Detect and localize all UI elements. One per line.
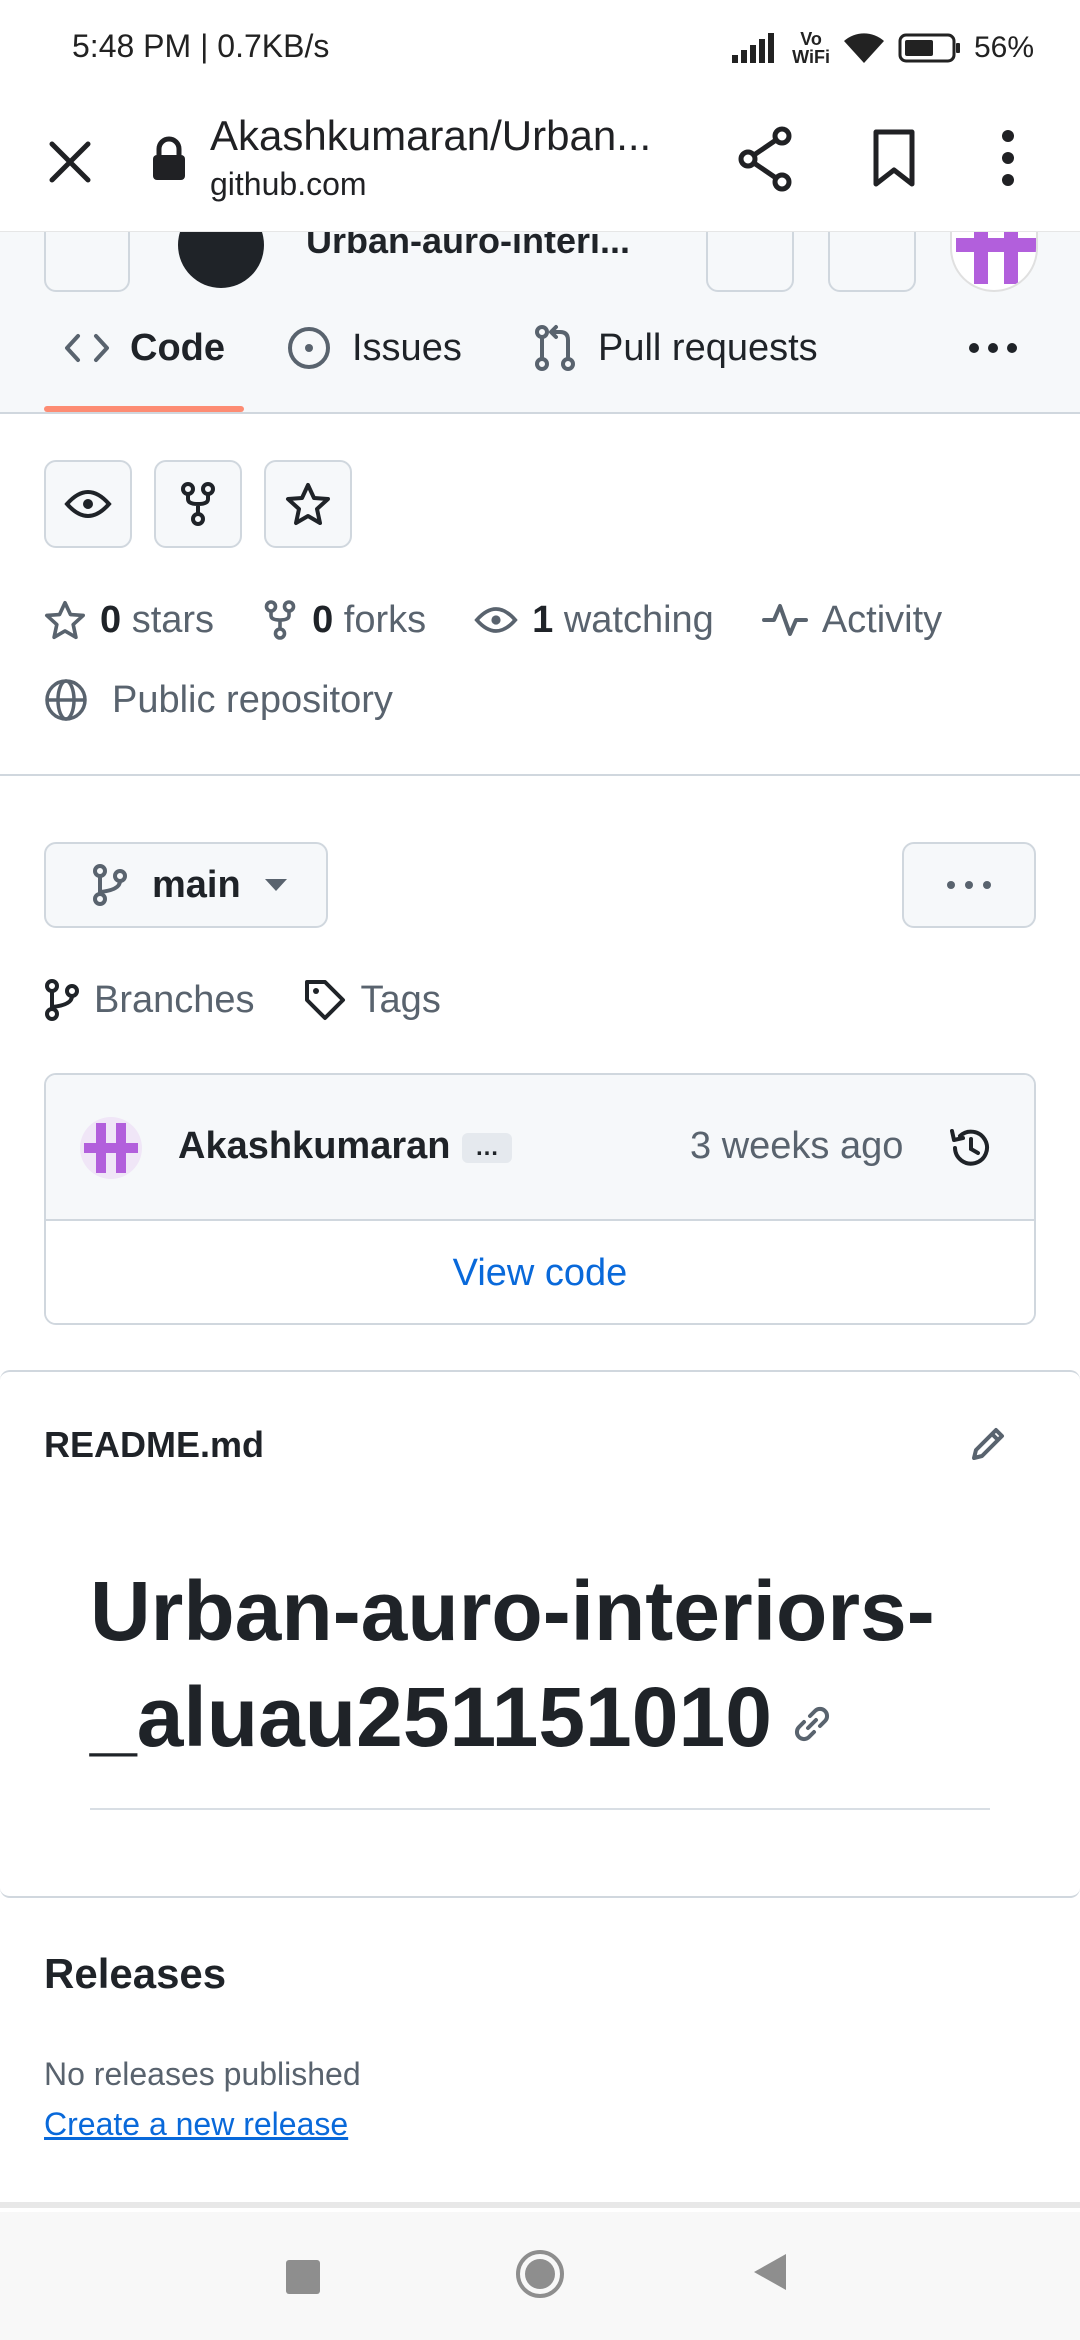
battery-percent: 56% [973,31,1034,64]
star-icon [286,483,330,525]
system-nav-bar [0,2212,1080,2340]
anchor-link-icon[interactable] [790,1702,834,1746]
signal-icon [732,33,780,63]
menu-button[interactable] [44,232,130,292]
watch-button[interactable] [44,460,132,548]
pulse-icon [761,604,808,636]
eye-icon [474,607,518,633]
page-title[interactable]: Akashkumaran/Urban... [210,112,680,160]
forks-link[interactable]: 0 forks [262,599,426,642]
home-button[interactable] [514,2248,566,2300]
fork-button[interactable] [154,460,242,548]
browser-menu-button[interactable] [998,128,1018,188]
commit-message-expand[interactable]: … [462,1133,512,1163]
status-icons: Vo WiFi 56% [732,24,1034,72]
commit-author-avatar[interactable] [80,1117,142,1179]
latest-commit-box: Akashkumaran … 3 weeks ago View code [44,1073,1036,1325]
branch-links: Branches Tags [44,970,489,1030]
readme-heading: Urban-auro-interiors-_aluau251151010 [90,1564,935,1764]
branch-selector[interactable]: main [44,842,328,928]
releases-heading: Releases [44,1950,227,1997]
tags-link[interactable]: Tags [303,978,441,1022]
star-icon [45,600,85,640]
back-button[interactable] [752,2252,788,2292]
edit-readme-button[interactable] [968,1422,1010,1464]
wifi-icon [842,31,886,65]
share-icon [738,126,792,192]
tab-code[interactable]: Code [64,284,225,412]
more-horizontal-icon [947,881,991,889]
tag-icon [304,980,345,1020]
more-horizontal-icon [969,343,1017,353]
repo-tabs: Code Issues Pull requests [0,284,1080,412]
heading-rule [90,1808,990,1810]
tabs-more-button[interactable] [968,284,1018,412]
readme-filename: README.md [44,1424,265,1465]
issue-icon [288,327,330,369]
home-circle-icon [516,2250,564,2298]
inbox-button[interactable] [828,232,916,292]
user-avatar[interactable] [950,232,1038,292]
status-time: 5:48 PM | 0.7KB/s [72,28,330,64]
browser-toolbar: Akashkumaran/Urban... github.com [0,96,1080,232]
fork-icon [264,600,296,640]
more-vertical-icon [1002,130,1014,186]
fork-icon [181,482,215,526]
github-logo-icon[interactable] [178,232,264,288]
search-button[interactable] [706,232,794,292]
code-icon [65,334,109,362]
repo-header: Urban-auro-interi... Code Issues Pull re… [0,232,1080,412]
bookmark-button[interactable] [872,128,916,188]
share-button[interactable] [736,126,796,192]
section-divider [0,774,1080,776]
commit-time: 3 weeks ago [690,1125,904,1167]
activity-link[interactable]: Activity [761,599,942,642]
bottom-divider [0,2202,1080,2208]
tab-issues[interactable]: Issues [286,284,462,412]
caret-down-icon [264,879,287,891]
vowifi-indicator: Vo WiFi [792,29,830,67]
repo-name[interactable]: Urban-auro-interi... [306,232,630,256]
history-button[interactable] [948,1125,994,1171]
star-button[interactable] [264,460,352,548]
visibility-info: Public repository [44,670,393,730]
globe-icon [45,679,87,721]
close-icon [49,141,91,183]
branch-icon [45,979,79,1021]
branch-icon [93,864,127,906]
tab-pull-requests[interactable]: Pull requests [532,284,818,412]
readme-section: README.md Urban-auro-interiors-_aluau251… [0,1370,1080,1898]
commit-header: Akashkumaran … 3 weeks ago [46,1075,1034,1221]
stars-link[interactable]: 0 stars [44,599,214,642]
bookmark-icon [873,129,915,187]
status-bar: 5:48 PM | 0.7KB/s Vo WiFi 56% [0,0,1080,96]
view-code-link[interactable]: View code [46,1221,1034,1323]
recents-button[interactable] [286,2260,320,2294]
close-tab-button[interactable] [40,132,100,192]
back-triangle-icon [754,2254,786,2290]
tabs-divider [0,412,1080,414]
pencil-icon [972,1428,1004,1460]
repo-more-button[interactable] [902,842,1036,928]
pull-request-icon [535,325,575,371]
no-releases-text: No releases published [44,2056,361,2092]
eye-icon [64,490,112,518]
battery-icon [898,32,962,64]
commit-author[interactable]: Akashkumaran [178,1125,450,1168]
watching-link[interactable]: 1 watching [474,599,714,642]
page-domain[interactable]: github.com [210,166,367,203]
branches-link[interactable]: Branches [44,979,255,1022]
lock-icon [150,136,188,182]
create-release-link[interactable]: Create a new release [44,2106,348,2143]
repo-stats: 0 stars 0 forks 1 watching Activity [44,590,990,650]
history-icon [950,1129,989,1166]
